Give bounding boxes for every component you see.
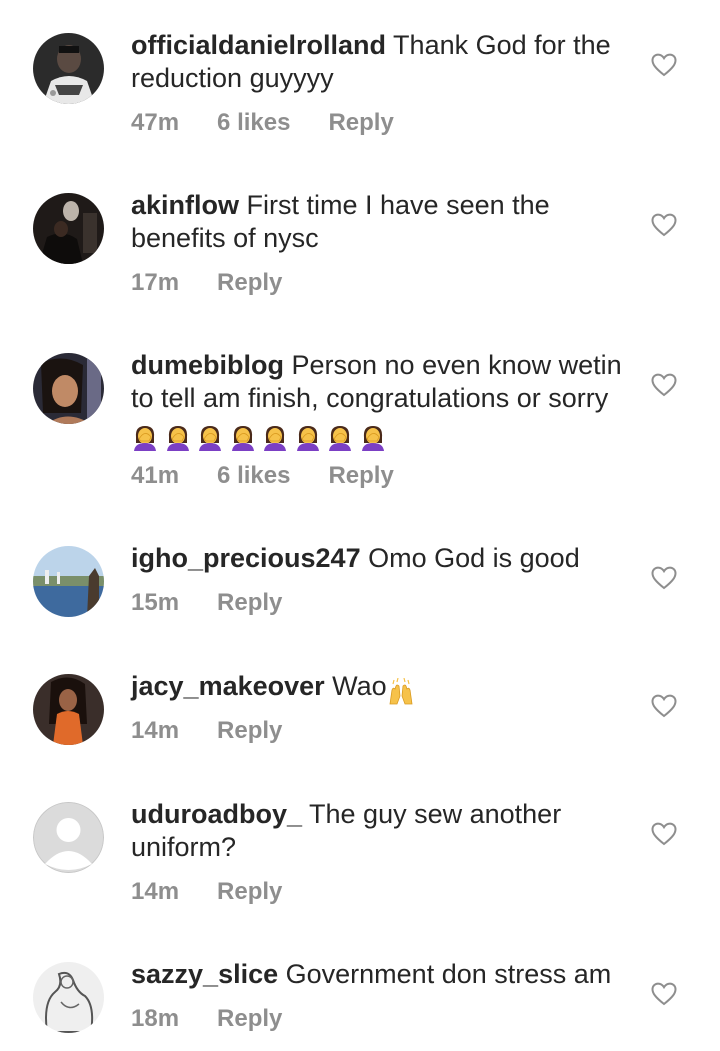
comment-meta: 15m Reply bbox=[131, 589, 320, 617]
woman-facepalming-emoji bbox=[294, 423, 322, 451]
emoji-group bbox=[131, 419, 391, 452]
reply-button[interactable]: Reply bbox=[217, 269, 282, 297]
reply-button[interactable]: Reply bbox=[217, 1005, 282, 1033]
timestamp: 15m bbox=[131, 589, 180, 616]
reply-button[interactable]: Reply bbox=[217, 717, 282, 745]
heart-outline-icon[interactable] bbox=[651, 566, 677, 590]
comment-text: sazzy_slice Government don stress am bbox=[131, 958, 631, 991]
heart-outline-icon[interactable] bbox=[651, 982, 677, 1006]
avatar[interactable] bbox=[33, 353, 104, 424]
woman-facepalming-emoji bbox=[196, 423, 224, 451]
timestamp: 14m bbox=[131, 717, 180, 744]
avatar[interactable] bbox=[33, 962, 104, 1033]
comment-text: uduroadboy_ The guy sew another uniform? bbox=[131, 798, 631, 864]
comment-text: dumebiblog Person no even know wetin to … bbox=[131, 349, 631, 452]
timestamp: 41m bbox=[131, 462, 180, 489]
woman-facepalming-emoji bbox=[131, 423, 159, 451]
username-link[interactable]: officialdanielrolland bbox=[131, 30, 386, 60]
raising-hands-emoji bbox=[387, 677, 415, 706]
comment-text: jacy_makeover Wao bbox=[131, 670, 631, 707]
likes-count[interactable]: 6 likes bbox=[217, 462, 290, 490]
heart-outline-icon[interactable] bbox=[651, 373, 677, 397]
timestamp: 14m bbox=[131, 878, 180, 905]
username-link[interactable]: akinflow bbox=[131, 190, 239, 220]
username-link[interactable]: dumebiblog bbox=[131, 350, 284, 380]
comment-meta: 18m Reply bbox=[131, 1005, 320, 1033]
comment-body: Government don stress am bbox=[278, 959, 612, 989]
reply-button[interactable]: Reply bbox=[217, 589, 282, 617]
username-link[interactable]: igho_precious247 bbox=[131, 543, 361, 573]
reply-button[interactable]: Reply bbox=[328, 462, 393, 490]
comment-meta: 41m 6 likes Reply bbox=[131, 462, 432, 490]
reply-button[interactable]: Reply bbox=[217, 878, 282, 906]
username-link[interactable]: sazzy_slice bbox=[131, 959, 278, 989]
woman-facepalming-emoji bbox=[326, 423, 354, 451]
reply-button[interactable]: Reply bbox=[328, 109, 393, 137]
comment-body: Wao bbox=[324, 671, 387, 701]
comment-text: officialdanielrolland Thank God for the … bbox=[131, 29, 631, 95]
comment-meta: 47m 6 likes Reply bbox=[131, 109, 432, 137]
comment-text: akinflow First time I have seen the bene… bbox=[131, 189, 631, 255]
comment-meta: 14m Reply bbox=[131, 878, 320, 906]
default-user-avatar[interactable] bbox=[33, 802, 104, 873]
heart-outline-icon[interactable] bbox=[651, 822, 677, 846]
heart-outline-icon[interactable] bbox=[651, 53, 677, 77]
avatar[interactable] bbox=[33, 33, 104, 104]
avatar[interactable] bbox=[33, 193, 104, 264]
woman-facepalming-emoji bbox=[229, 423, 257, 451]
comment-meta: 14m Reply bbox=[131, 717, 320, 745]
avatar[interactable] bbox=[33, 674, 104, 745]
timestamp: 18m bbox=[131, 1005, 180, 1032]
comment-text: igho_precious247 Omo God is good bbox=[131, 542, 631, 575]
emoji-group bbox=[387, 674, 420, 707]
avatar[interactable] bbox=[33, 546, 104, 617]
woman-facepalming-emoji bbox=[261, 423, 289, 451]
heart-outline-icon[interactable] bbox=[651, 694, 677, 718]
woman-facepalming-emoji bbox=[164, 423, 192, 451]
likes-count[interactable]: 6 likes bbox=[217, 109, 290, 137]
comment-body: Omo God is good bbox=[360, 543, 580, 573]
heart-outline-icon[interactable] bbox=[651, 213, 677, 237]
woman-facepalming-emoji bbox=[359, 423, 387, 451]
comment-meta: 17m Reply bbox=[131, 269, 320, 297]
username-link[interactable]: uduroadboy_ bbox=[131, 799, 302, 829]
timestamp: 47m bbox=[131, 109, 180, 136]
timestamp: 17m bbox=[131, 269, 180, 296]
username-link[interactable]: jacy_makeover bbox=[131, 671, 325, 701]
